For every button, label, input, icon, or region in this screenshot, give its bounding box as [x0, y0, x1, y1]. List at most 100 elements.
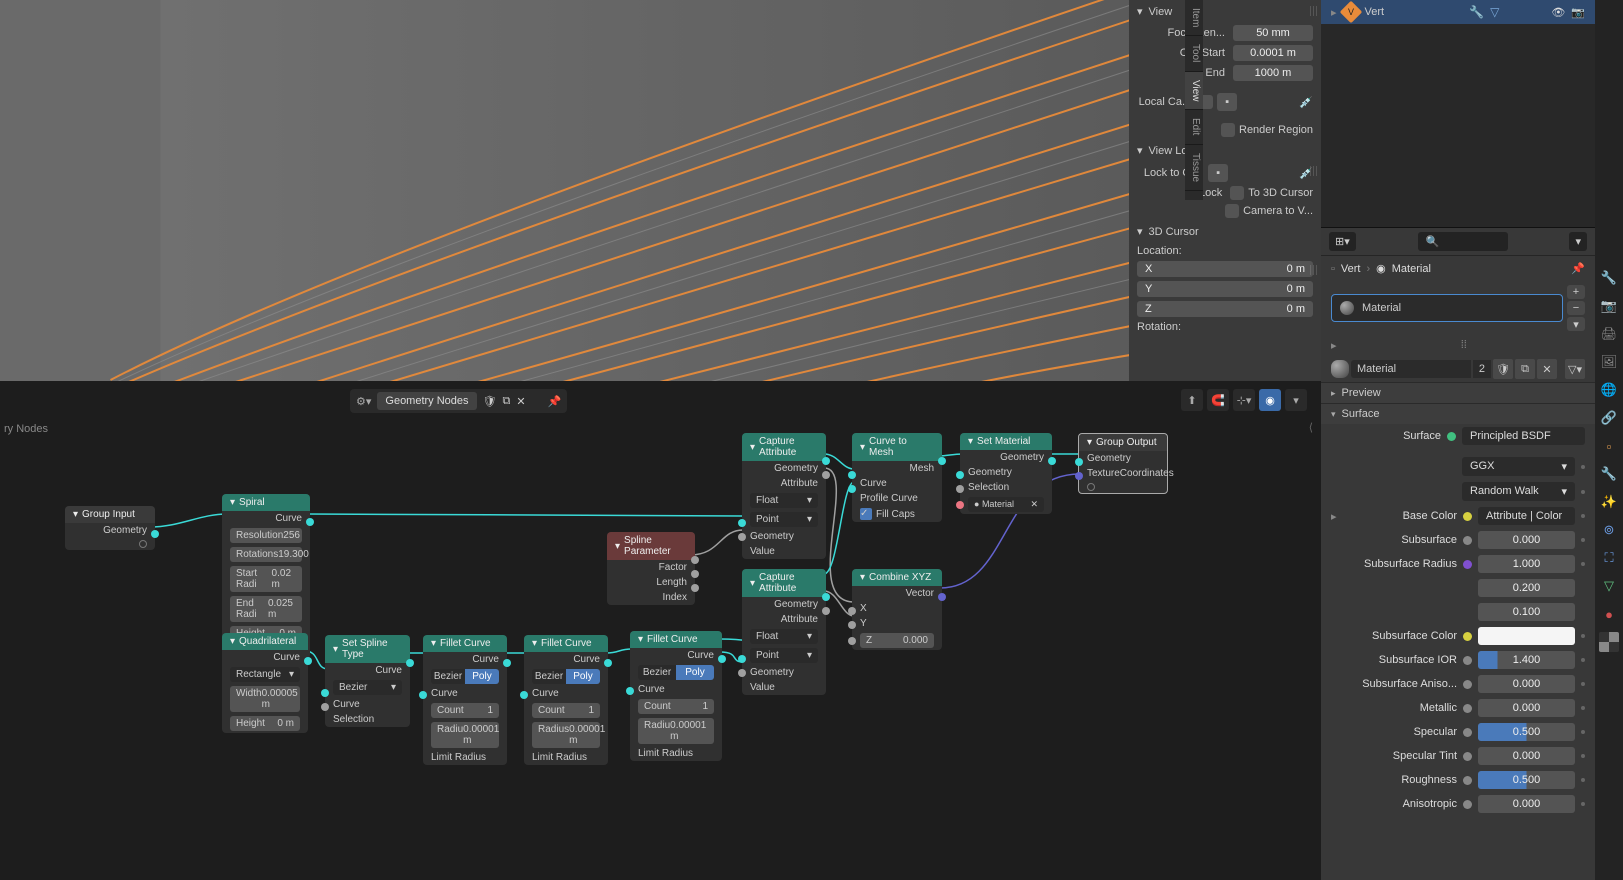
tool-icon[interactable]: 🔧: [1599, 268, 1619, 288]
slot-menu-button[interactable]: ▾: [1567, 317, 1585, 331]
camera-render-icon[interactable]: 📷: [1571, 6, 1585, 19]
particle-icon[interactable]: ✨: [1599, 492, 1619, 512]
node-curve-to-mesh[interactable]: ▾ Curve to Mesh Mesh Curve Profile Curve…: [852, 433, 942, 522]
tab-item[interactable]: Item: [1185, 0, 1203, 36]
constraint-icon[interactable]: ⛶: [1599, 548, 1619, 568]
specular-field[interactable]: 0.500: [1478, 723, 1575, 741]
material-menu-button[interactable]: ▽▾: [1565, 359, 1585, 379]
outliner-item-vert[interactable]: ▸ V Vert 🔧 ▽ 👁 📷: [1321, 0, 1595, 24]
local-cam-obj[interactable]: ▪: [1217, 93, 1237, 111]
surface-section[interactable]: Surface: [1321, 403, 1595, 424]
node-fillet-curve-2[interactable]: ▾ Fillet Curve Curve BezierPoly Curve Co…: [524, 635, 608, 765]
display-mode-icon[interactable]: ⊞▾: [1329, 232, 1356, 251]
viewlayer-icon[interactable]: 🖼: [1599, 352, 1619, 372]
data-icon[interactable]: ▽: [1599, 576, 1619, 596]
snap-icon[interactable]: 🧲: [1207, 389, 1229, 411]
clip-end-field[interactable]: 1000 m: [1233, 65, 1313, 81]
new-material-button[interactable]: ⧉: [1515, 359, 1535, 379]
material-tab-icon[interactable]: ●: [1599, 604, 1619, 624]
tab-view[interactable]: View: [1185, 72, 1203, 111]
close-icon[interactable]: ✕: [516, 395, 525, 408]
breadcrumb-obj[interactable]: Vert: [1341, 263, 1361, 275]
nodetree-icon[interactable]: ⚙▾: [356, 395, 371, 408]
parent-icon[interactable]: ⬆: [1181, 389, 1203, 411]
3d-viewport[interactable]: X Z 🔍 ✋ 🎥 ⊞ ▾ View Focal Len...50 mm Cli…: [0, 0, 1321, 381]
tab-tissue[interactable]: Tissue: [1185, 145, 1203, 191]
distribution-dropdown[interactable]: GGX▾: [1462, 457, 1575, 476]
fake-user-icon[interactable]: ⧉: [503, 395, 511, 408]
eyedropper-icon[interactable]: 💉: [1299, 96, 1313, 109]
modifier-icon[interactable]: 🔧: [1469, 5, 1484, 19]
snap-type-icon[interactable]: ⊹▾: [1233, 389, 1255, 411]
roughness-field[interactable]: 0.500: [1478, 771, 1575, 789]
base-color-field[interactable]: Attribute | Color: [1478, 507, 1575, 525]
output-icon[interactable]: 🖨: [1599, 324, 1619, 344]
node-set-material[interactable]: ▾ Set Material Geometry Geometry Selecti…: [960, 433, 1052, 514]
node-editor[interactable]: ⚙▾ Geometry Nodes 🛡 ⧉ ✕ 📌 ry Nodes ⬆ 🧲 ⊹…: [0, 381, 1321, 880]
surface-shader-dropdown[interactable]: Principled BSDF: [1462, 427, 1585, 445]
metallic-field[interactable]: 0.000: [1478, 699, 1575, 717]
viewlock-panel-header[interactable]: ▾ View Lock: [1129, 139, 1321, 162]
node-quadrilateral[interactable]: ▾ Quadrilateral Curve Rectangle▾ Width0.…: [222, 633, 308, 733]
render-icon[interactable]: 📷: [1599, 296, 1619, 316]
pin-toggle-icon[interactable]: 📌: [548, 395, 562, 408]
anisotropic-field[interactable]: 0.000: [1478, 795, 1575, 813]
physics-icon[interactable]: ⊚: [1599, 520, 1619, 540]
focal-length-field[interactable]: 50 mm: [1233, 25, 1313, 41]
world-icon[interactable]: 🔗: [1599, 408, 1619, 428]
camera-to-view-check[interactable]: [1225, 204, 1239, 218]
search-input[interactable]: 🔍: [1418, 232, 1508, 251]
breadcrumb-mat[interactable]: Material: [1392, 263, 1431, 275]
nodegroup-name[interactable]: Geometry Nodes: [377, 392, 476, 410]
scene-icon[interactable]: 🌐: [1599, 380, 1619, 400]
node-combine-xyz[interactable]: ▾ Combine XYZ Vector X Y Z0.000: [852, 569, 942, 650]
sidebar-toggle-icon[interactable]: ⟨: [1309, 421, 1313, 434]
tab-tool[interactable]: Tool: [1185, 36, 1203, 71]
subsurface-field[interactable]: 0.000: [1478, 531, 1575, 549]
sss-method-dropdown[interactable]: Random Walk▾: [1462, 482, 1575, 501]
overlay-icon[interactable]: ◉: [1259, 389, 1281, 411]
outliner[interactable]: ▸ V Vert 🔧 ▽ 👁 📷: [1321, 0, 1595, 228]
node-set-spline-type[interactable]: ▾ Set Spline Type Curve Bezier▾ Curve Se…: [325, 635, 410, 727]
preview-section[interactable]: Preview: [1321, 382, 1595, 403]
overlay-dropdown-icon[interactable]: ▾: [1285, 389, 1307, 411]
node-fillet-curve-1[interactable]: ▾ Fillet Curve Curve BezierPoly Curve Co…: [423, 635, 507, 765]
lock-to-obj[interactable]: ▪: [1208, 164, 1228, 182]
material-name-field[interactable]: Material: [1351, 360, 1471, 378]
modifier-tab-icon[interactable]: 🔧: [1599, 464, 1619, 484]
texture-tab-icon[interactable]: ▦: [1599, 632, 1619, 652]
unlink-material-button[interactable]: ✕: [1537, 359, 1557, 379]
sss-radius-z[interactable]: 0.100: [1478, 603, 1575, 621]
node-fillet-curve-3[interactable]: ▾ Fillet Curve Curve BezierPoly Curve Co…: [630, 631, 722, 761]
pin-icon[interactable]: 🛡: [483, 395, 497, 408]
cursor-y-field[interactable]: Y0 m: [1137, 281, 1313, 297]
options-icon[interactable]: ▾: [1569, 232, 1587, 251]
lock-3dcursor-check[interactable]: [1230, 186, 1244, 200]
clip-start-field[interactable]: 0.0001 m: [1233, 45, 1313, 61]
mesh-data-icon[interactable]: ▽: [1490, 5, 1499, 19]
sss-radius-x[interactable]: 1.000: [1478, 555, 1575, 573]
fake-user-button[interactable]: 🛡: [1493, 359, 1513, 379]
cursor-panel-header[interactable]: ▾ 3D Cursor: [1129, 220, 1321, 243]
render-region-check[interactable]: [1221, 123, 1235, 137]
sss-color-field[interactable]: [1478, 627, 1575, 645]
node-group-input[interactable]: ▾ Group Input Geometry: [65, 506, 155, 550]
tab-edit[interactable]: Edit: [1185, 110, 1203, 144]
node-spline-parameter[interactable]: ▾ Spline Parameter Factor Length Index: [607, 532, 695, 605]
material-users[interactable]: 2: [1473, 360, 1491, 378]
object-icon[interactable]: ▫: [1599, 436, 1619, 456]
cursor-x-field[interactable]: X0 m: [1137, 261, 1313, 277]
node-group-output[interactable]: ▾ Group Output Geometry TextureCoordinat…: [1078, 433, 1168, 494]
remove-slot-button[interactable]: −: [1567, 301, 1585, 315]
specular-tint-field[interactable]: 0.000: [1478, 747, 1575, 765]
add-slot-button[interactable]: +: [1567, 285, 1585, 299]
sss-ior-field[interactable]: 1.400: [1478, 651, 1575, 669]
material-icon[interactable]: [1331, 360, 1349, 378]
sss-aniso-field[interactable]: 0.000: [1478, 675, 1575, 693]
view-panel-header[interactable]: ▾ View: [1129, 0, 1321, 23]
eye-icon[interactable]: 👁: [1551, 6, 1565, 19]
sss-radius-y[interactable]: 0.200: [1478, 579, 1575, 597]
material-slot[interactable]: Material: [1331, 294, 1563, 322]
cursor-z-field[interactable]: Z0 m: [1137, 301, 1313, 317]
pin-icon[interactable]: 📌: [1571, 262, 1585, 275]
